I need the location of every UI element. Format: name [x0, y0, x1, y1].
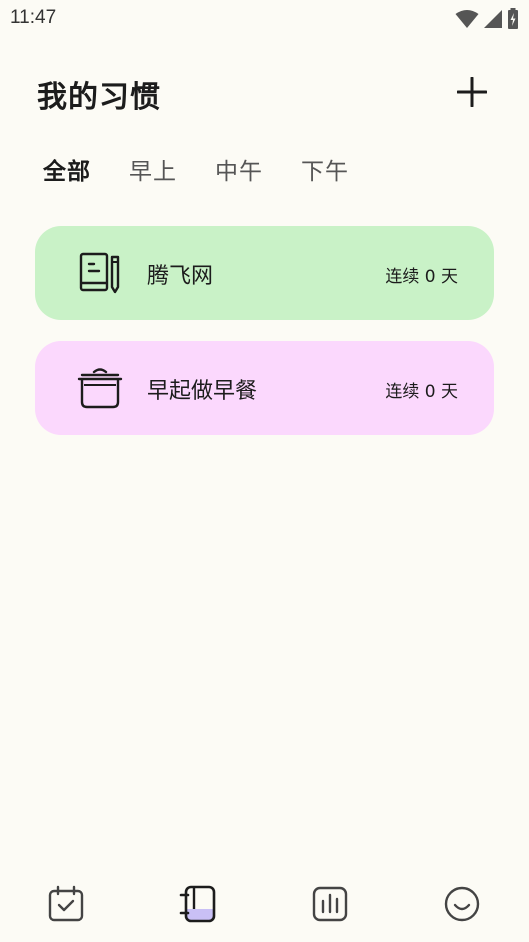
plus-icon — [457, 77, 487, 107]
signal-icon — [484, 10, 502, 28]
nav-profile[interactable] — [440, 882, 484, 926]
wifi-icon — [455, 10, 479, 28]
tab-all[interactable]: 全部 — [43, 152, 91, 186]
smiley-face-icon — [444, 886, 480, 922]
status-icons — [455, 8, 519, 30]
status-time: 11:47 — [10, 7, 57, 28]
tab-afternoon[interactable]: 下午 — [301, 152, 349, 186]
cooking-pot-icon — [75, 363, 125, 413]
add-habit-button[interactable] — [450, 70, 494, 114]
nav-calendar[interactable] — [44, 882, 88, 926]
status-bar: 11:47 — [0, 0, 529, 36]
habit-notebook-icon — [179, 885, 216, 923]
stats-chart-icon — [312, 886, 348, 922]
page-title: 我的习惯 — [37, 80, 161, 115]
nav-habits[interactable] — [177, 882, 221, 926]
habit-card[interactable]: 早起做早餐 连续 0 天 — [35, 341, 494, 435]
calendar-check-icon — [48, 885, 84, 922]
book-pencil-icon — [75, 248, 125, 298]
tab-morning[interactable]: 早上 — [129, 152, 177, 186]
habit-name: 早起做早餐 — [147, 379, 258, 404]
nav-stats[interactable] — [308, 882, 352, 926]
bottom-nav — [0, 868, 529, 942]
habit-card[interactable]: 腾飞网 连续 0 天 — [35, 226, 494, 320]
battery-icon — [508, 8, 518, 29]
habit-streak: 连续 0 天 — [385, 382, 458, 402]
tab-noon[interactable]: 中午 — [215, 152, 263, 186]
time-filter-tabs: 全部 早上 中午 下午 — [43, 152, 387, 186]
habit-streak: 连续 0 天 — [385, 267, 458, 287]
habit-name: 腾飞网 — [147, 264, 214, 289]
